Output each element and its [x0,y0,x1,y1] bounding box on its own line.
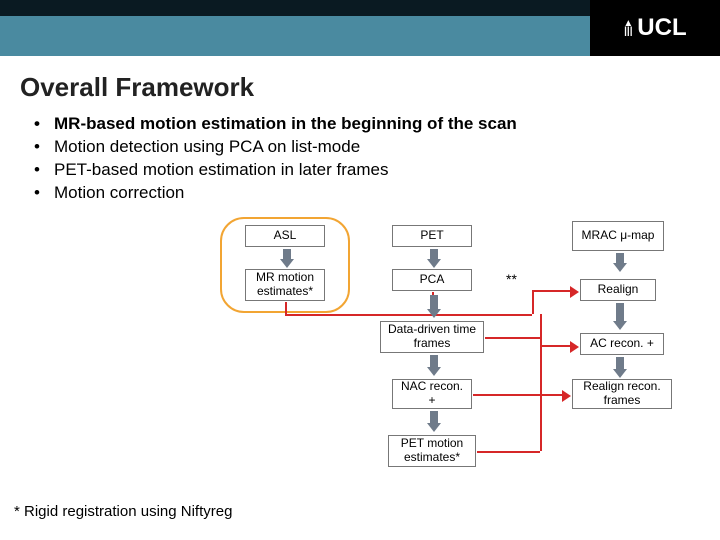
bullet-item: Motion detection using PCA on list-mode [28,136,692,159]
box-pet: PET [392,225,472,247]
bullet-item: Motion correction [28,182,692,205]
connector-arrow [540,345,570,347]
box-ac-recon: AC recon. + [580,333,664,355]
connector-arrow [532,290,570,292]
arrow-down-icon [430,249,438,259]
portico-icon: ▲||| [623,20,633,36]
connector [285,302,287,314]
header-banner: ▲||| UCL [0,0,720,56]
box-nac-recon: NAC recon. + [392,379,472,409]
arrow-down-icon [430,295,438,309]
ucl-logo: ▲||| UCL [590,0,720,56]
flowchart: ASL PET MRAC μ-map MR motion estimates* … [0,205,720,505]
box-pca: PCA [392,269,472,291]
footnote: * Rigid registration using Niftyreg [14,503,232,520]
bullet-item: MR-based motion estimation in the beginn… [28,113,692,136]
connector [285,314,532,316]
box-realign: Realign [580,279,656,301]
arrow-down-icon [616,303,624,321]
logo-text: UCL [637,14,686,42]
connector [477,451,540,453]
page-title: Overall Framework [0,56,720,113]
arrow-down-icon [430,411,438,423]
box-realign-recon: Realign recon. frames [572,379,672,409]
connector-arrow [540,394,562,396]
connector [485,337,540,339]
connector [473,394,540,396]
arrow-down-icon [283,249,291,259]
box-pet-motion: PET motion estimates* [388,435,476,467]
box-mrac: MRAC μ-map [572,221,664,251]
arrow-down-icon [616,357,624,369]
arrow-down-icon [430,355,438,367]
box-asl: ASL [245,225,325,247]
bullet-item: PET-based motion estimation in later fra… [28,159,692,182]
bullet-list: MR-based motion estimation in the beginn… [0,113,720,205]
asterisks: ** [506,271,517,287]
arrow-down-icon [616,253,624,263]
connector [532,290,534,314]
box-ddtf: Data-driven time frames [380,321,484,353]
box-mr-motion: MR motion estimates* [245,269,325,301]
connector [540,314,542,451]
